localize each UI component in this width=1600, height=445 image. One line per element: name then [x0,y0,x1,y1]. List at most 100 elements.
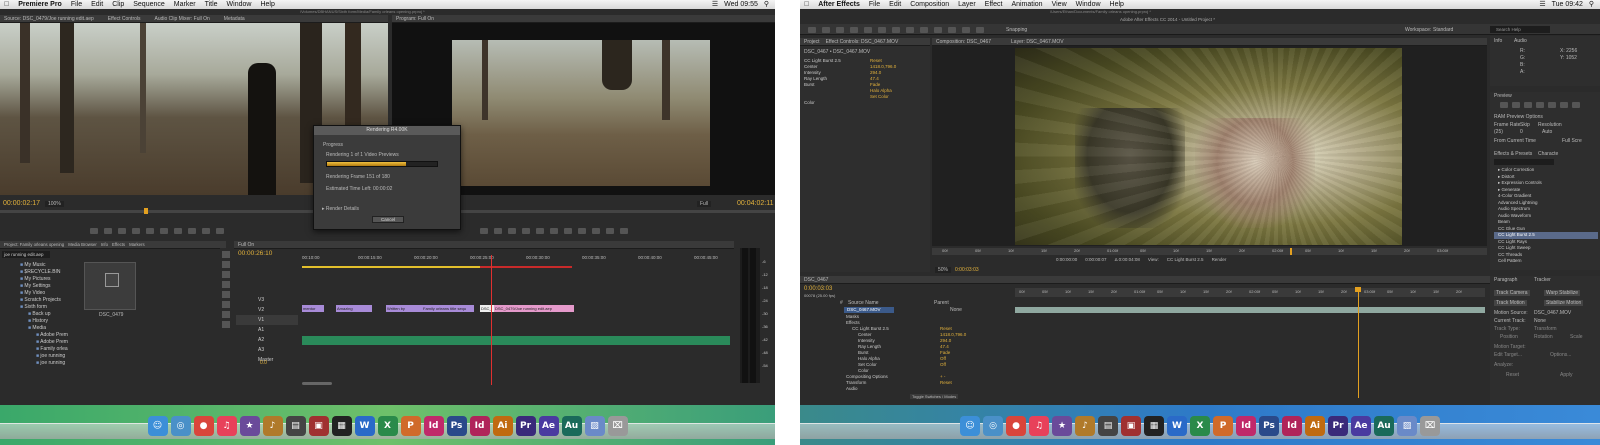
apple-icon[interactable]:  [804,0,809,9]
app-menu[interactable]: After Effects [818,0,860,9]
track-type-select[interactable]: Transform [1534,326,1557,332]
position-checkbox[interactable]: Position [1500,334,1518,340]
tab-effect-controls[interactable]: Effect Controls [108,15,141,22]
menu-clip[interactable]: Clip [112,0,124,9]
pen-icon[interactable] [222,301,230,308]
tab-timeline[interactable]: DSC_0467 [804,276,828,283]
from-current-checkbox[interactable]: From Current Time [1494,138,1536,144]
hand-icon[interactable] [222,311,230,318]
aftereffects-icon[interactable]: Ae [1351,416,1371,436]
timeline-scrollbar[interactable] [302,382,332,385]
view-control[interactable]: Δ 0:00:04:08 [1115,257,1140,264]
snapping-toggle[interactable]: Snapping [1006,27,1027,33]
clone-tool-icon[interactable] [948,27,956,33]
view-control[interactable]: View: [1148,257,1159,264]
menu-animation[interactable]: Animation [1011,0,1042,9]
motion-source-select[interactable]: DSC_0467.MOV [1534,310,1571,316]
clock[interactable]: Tue 09:42 [1552,0,1583,9]
menu-edit[interactable]: Edit [889,0,901,9]
clip-written-by[interactable]: Written by [386,305,422,312]
audition-icon[interactable]: Au [561,416,582,436]
indesign2-icon[interactable]: Id [1282,416,1302,436]
cancel-button[interactable]: Cancel [372,216,404,223]
camera-tool-icon[interactable] [864,27,872,33]
illustrator-icon[interactable]: Ai [1305,416,1325,436]
tab-source[interactable]: Source: DSC_0479/Joe running edit.aep [4,15,94,22]
stack-icon[interactable]: ▨ [584,416,605,436]
tree-item[interactable]: ■ Family orlea [20,346,80,353]
tab-info[interactable]: Info [1494,38,1502,44]
tree-item[interactable]: ■ My Pictures [20,276,80,283]
track-select-icon[interactable] [222,261,230,268]
frame-rate-select[interactable]: (25) [1494,129,1503,135]
pen-tool-icon[interactable] [906,27,914,33]
project-search-input[interactable]: joe running edit.aep [2,251,50,258]
preview-transport[interactable] [1500,102,1580,108]
finder-icon[interactable]: ☺ [147,416,168,436]
finder-icon[interactable]: ☺ [960,416,980,436]
photobooth-icon[interactable]: ▣ [308,416,329,436]
tree-item[interactable]: ■ Media [20,325,80,332]
photoshop-icon[interactable]: Ps [1259,416,1279,436]
view-control[interactable]: Render [1212,257,1227,264]
effect-row[interactable]: Color [800,100,930,106]
pan-behind-icon[interactable] [878,27,886,33]
toggle-switches-modes[interactable]: Toggle Switches / Modes [910,394,959,399]
tree-item[interactable]: ■ $RECYCLE.BIN [20,269,80,276]
illustrator-icon[interactable]: Ai [492,416,513,436]
trash-icon[interactable]: ⌧ [1420,416,1440,436]
tab-metadata[interactable]: Metadata [224,15,245,22]
wifi-icon[interactable]: ☰ [1539,0,1545,9]
scale-checkbox[interactable]: Scale [1570,334,1583,340]
audio-clip-a1[interactable] [302,336,730,345]
premiere-icon[interactable]: Pr [515,416,536,436]
view-control[interactable]: 0:00:00:00 [1056,257,1077,264]
trash-icon[interactable]: ⌧ [607,416,628,436]
tab-tracker[interactable]: Tracker [1534,277,1551,283]
playhead[interactable] [491,255,492,385]
rotation-checkbox[interactable]: Rotation [1534,334,1553,340]
guitar-icon[interactable]: ♪ [1075,416,1095,436]
track-header[interactable]: A3 [236,345,298,355]
selection-tool-icon[interactable] [222,251,230,258]
sequence-ruler[interactable]: 00:10:00 00:00:15:00 00:00:20:00 00:00:25:0… [302,255,732,265]
photoshop-icon[interactable]: Ps [446,416,467,436]
word-icon[interactable]: W [354,416,375,436]
tree-item[interactable]: ■ History [20,318,80,325]
imovie-icon[interactable]: ★ [1052,416,1072,436]
rectangle-tool-icon[interactable] [892,27,900,33]
selection-tool-icon[interactable] [808,27,816,33]
indesign2-icon[interactable]: Id [469,416,490,436]
reset-button[interactable]: Reset [1506,372,1519,378]
skip-field[interactable]: 0 [1520,129,1523,135]
tab-layer[interactable]: Layer: DSC_0467.MOV [1011,38,1064,45]
layer-parent[interactable]: None [950,307,962,313]
spotlight-icon[interactable]: ⚲ [764,0,769,9]
puppet-tool-icon[interactable] [976,27,984,33]
tab-audio[interactable]: Audio [1514,38,1527,44]
tab-program[interactable]: Program: Full On [396,15,434,22]
track-header[interactable]: A1 [236,325,298,335]
tab-effects-presets[interactable]: Effects & Presets [1494,151,1532,157]
tree-item[interactable]: ■ My Music [20,262,80,269]
tree-item[interactable]: ■ Scratch Projects [20,297,80,304]
layer-property-row[interactable]: Audio [840,386,1018,392]
tree-item[interactable]: ■ Adobe Prem [20,339,80,346]
menu-help[interactable]: Help [260,0,274,9]
razor-icon[interactable] [222,281,230,288]
source-transport[interactable] [90,228,224,234]
edit-target-button[interactable]: Edit Target... [1494,352,1522,358]
menu-title[interactable]: Title [205,0,218,9]
tab-info[interactable]: Info [101,241,108,248]
itunes-icon[interactable]: ♫ [1029,416,1049,436]
stabilize-motion-button[interactable]: Stabilize Motion [1544,300,1584,306]
wifi-icon[interactable]: ☰ [712,0,718,9]
tree-item[interactable]: ■ My Video [20,290,80,297]
chrome-icon[interactable]: ● [1006,416,1026,436]
menu-effect[interactable]: Effect [985,0,1003,9]
menu-window[interactable]: Window [227,0,252,9]
timeline-ruler[interactable]: 00f 05f 10f 15f 20f 01:00f 05f 10f 15f 20f 02:00f 0… [1015,288,1485,297]
program-zoom[interactable]: Full [697,201,712,207]
menu-help[interactable]: Help [1110,0,1124,9]
safari-icon[interactable]: ◎ [983,416,1003,436]
